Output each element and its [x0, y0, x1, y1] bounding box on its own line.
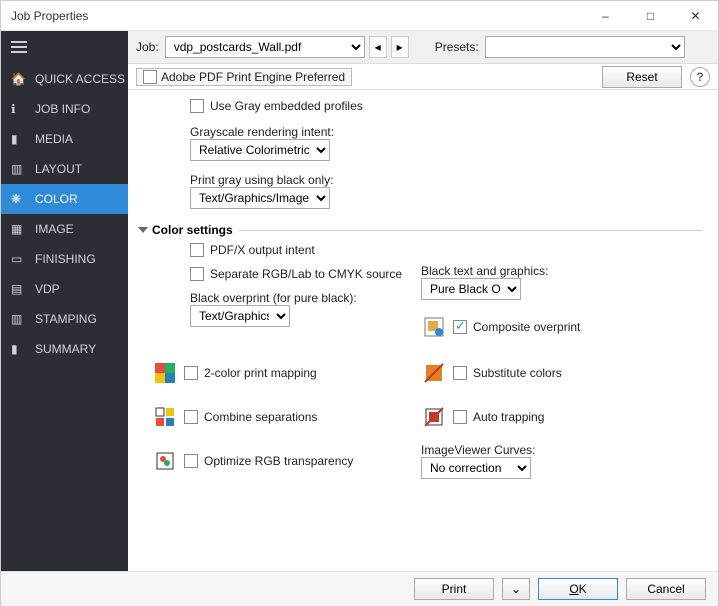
substitute-colors-icon: [421, 360, 447, 386]
separate-rgb-checkbox[interactable]: [190, 267, 204, 281]
sidebar-item-label: JOB INFO: [35, 102, 90, 116]
sidebar-item-label: FINISHING: [35, 252, 96, 266]
settings-panel: Use Gray embedded profiles Grayscale ren…: [128, 90, 718, 571]
adobe-pdf-engine-checkbox[interactable]: [143, 70, 157, 84]
maximize-button[interactable]: □: [628, 1, 673, 30]
composite-overprint-checkbox[interactable]: [453, 320, 467, 334]
optimize-rgb-icon: [152, 448, 178, 474]
barcode-icon: ▥: [11, 312, 25, 326]
sidebar-item-label: VDP: [35, 282, 60, 296]
sidebar-item-finishing[interactable]: ▭ FINISHING: [1, 244, 128, 274]
auto-trapping-checkbox[interactable]: [453, 410, 467, 424]
sidebar-item-job-info[interactable]: ℹ JOB INFO: [1, 94, 128, 124]
black-text-label: Black text and graphics:: [421, 264, 702, 278]
auto-trapping-icon: [421, 404, 447, 430]
combine-separations-checkbox[interactable]: [184, 410, 198, 424]
auto-trapping-label: Auto trapping: [473, 410, 544, 424]
two-color-icon: [152, 360, 178, 386]
sidebar-item-media[interactable]: ▮ MEDIA: [1, 124, 128, 154]
grayscale-intent-label: Grayscale rendering intent:: [190, 125, 702, 139]
sidebar-item-label: COLOR: [35, 192, 78, 206]
finishing-icon: ▭: [11, 252, 25, 266]
black-text-select[interactable]: Pure Black On: [421, 278, 521, 300]
color-icon: ❋: [11, 192, 25, 206]
print-options-button[interactable]: ⌄: [502, 578, 530, 600]
sidebar-item-label: SUMMARY: [35, 342, 96, 356]
page-icon: ▮: [11, 132, 25, 146]
sidebar-item-summary[interactable]: ▮ SUMMARY: [1, 334, 128, 364]
print-gray-select[interactable]: Text/Graphics/Images: [190, 187, 330, 209]
minimize-button[interactable]: –: [583, 1, 628, 30]
two-color-checkbox[interactable]: [184, 366, 198, 380]
info-icon: ℹ: [11, 102, 25, 116]
adobe-pdf-engine-row: Adobe PDF Print Engine Preferred: [136, 68, 352, 86]
pdfx-label: PDF/X output intent: [210, 243, 315, 257]
sidebar-item-quick-access[interactable]: 🏠 QUICK ACCESS: [1, 64, 128, 94]
color-settings-title: Color settings: [152, 223, 233, 237]
window-title: Job Properties: [11, 9, 583, 23]
collapse-icon: [138, 227, 148, 233]
use-gray-profiles-checkbox[interactable]: [190, 99, 204, 113]
sidebar-item-label: QUICK ACCESS: [35, 72, 125, 86]
color-settings-header[interactable]: Color settings: [140, 223, 702, 237]
grayscale-intent-select[interactable]: Relative Colorimetric: [190, 139, 330, 161]
pdfx-checkbox[interactable]: [190, 243, 204, 257]
presets-label: Presets:: [435, 40, 479, 54]
combine-separations-label: Combine separations: [204, 410, 317, 424]
sidebar-item-image[interactable]: ▦ IMAGE: [1, 214, 128, 244]
use-gray-profiles-label: Use Gray embedded profiles: [210, 99, 363, 113]
sidebar-item-label: STAMPING: [35, 312, 97, 326]
adobe-pdf-engine-label: Adobe PDF Print Engine Preferred: [161, 70, 345, 84]
summary-icon: ▮: [11, 342, 25, 356]
sidebar-item-label: MEDIA: [35, 132, 73, 146]
optimize-rgb-label: Optimize RGB transparency: [204, 454, 353, 468]
job-label: Job:: [136, 40, 159, 54]
combine-separations-icon: [152, 404, 178, 430]
sidebar-item-stamping[interactable]: ▥ STAMPING: [1, 304, 128, 334]
print-button[interactable]: Print: [414, 578, 494, 600]
imageviewer-select[interactable]: No correction: [421, 457, 531, 479]
vdp-icon: ▤: [11, 282, 25, 296]
composite-overprint-icon: [421, 314, 447, 340]
black-overprint-label: Black overprint (for pure black):: [190, 291, 421, 305]
sidebar-item-label: IMAGE: [35, 222, 74, 236]
composite-overprint-label: Composite overprint: [473, 320, 580, 334]
sidebar-item-vdp[interactable]: ▤ VDP: [1, 274, 128, 304]
reset-button[interactable]: Reset: [602, 66, 682, 88]
job-prev-button[interactable]: ◂: [369, 36, 387, 58]
sidebar-item-label: LAYOUT: [35, 162, 82, 176]
job-next-button[interactable]: ▸: [391, 36, 409, 58]
close-button[interactable]: ✕: [673, 1, 718, 30]
black-overprint-select[interactable]: Text/Graphics: [190, 305, 290, 327]
sidebar-header: [1, 31, 128, 64]
imageviewer-label: ImageViewer Curves:: [421, 443, 702, 457]
title-bar: Job Properties – □ ✕: [1, 1, 718, 31]
menu-icon: [11, 41, 27, 55]
top-strip: Adobe PDF Print Engine Preferred Reset ?: [128, 64, 718, 90]
layout-icon: ▥: [11, 162, 25, 176]
separate-rgb-label: Separate RGB/Lab to CMYK source: [210, 267, 402, 281]
job-select[interactable]: vdp_postcards_Wall.pdf: [165, 36, 365, 58]
substitute-colors-checkbox[interactable]: [453, 366, 467, 380]
substitute-colors-label: Substitute colors: [473, 366, 562, 380]
sidebar-item-layout[interactable]: ▥ LAYOUT: [1, 154, 128, 184]
sidebar-item-color[interactable]: ❋ COLOR: [1, 184, 128, 214]
print-gray-label: Print gray using black only:: [190, 173, 702, 187]
image-icon: ▦: [11, 222, 25, 236]
home-icon: 🏠: [11, 72, 25, 86]
optimize-rgb-checkbox[interactable]: [184, 454, 198, 468]
cancel-button[interactable]: Cancel: [626, 578, 706, 600]
footer: Print ⌄ OK Cancel: [1, 571, 718, 606]
help-button[interactable]: ?: [690, 67, 710, 87]
job-bar: Job: vdp_postcards_Wall.pdf ◂ ▸ Presets:: [128, 31, 718, 64]
ok-button[interactable]: OK: [538, 578, 618, 600]
sidebar: 🏠 QUICK ACCESS ℹ JOB INFO ▮ MEDIA ▥ LAYOUT ❋…: [1, 31, 128, 571]
two-color-label: 2-color print mapping: [204, 366, 317, 380]
presets-select[interactable]: [485, 36, 685, 58]
